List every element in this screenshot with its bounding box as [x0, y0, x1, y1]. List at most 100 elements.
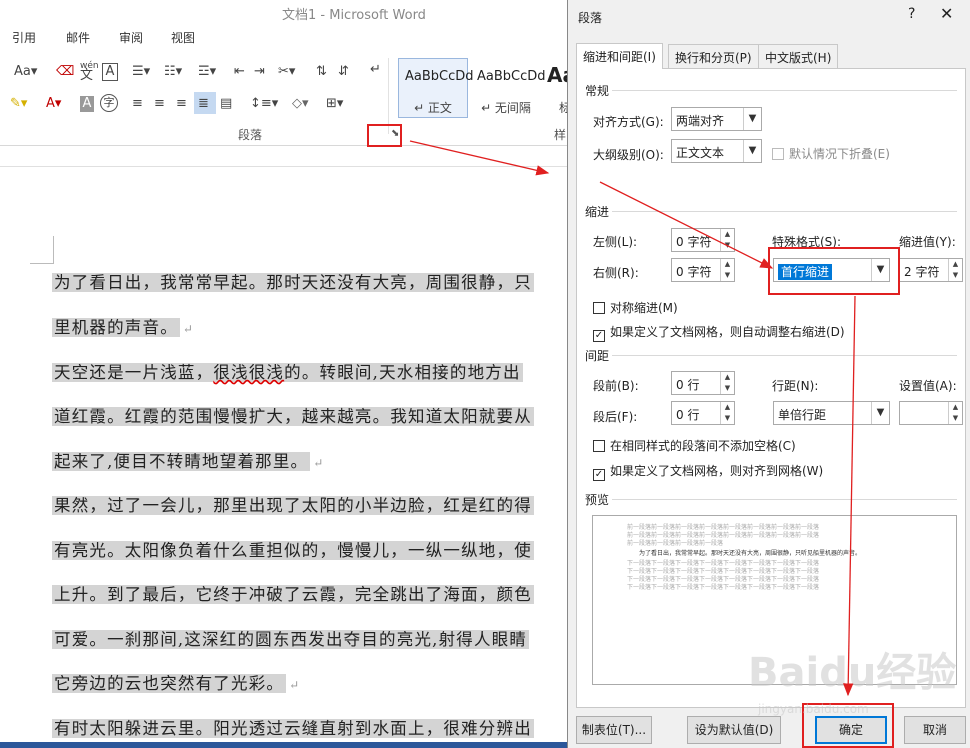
- multilevel-list-icon[interactable]: ☲▾: [198, 64, 216, 80]
- set-default-button[interactable]: 设为默认值(D): [687, 716, 781, 744]
- change-case-button[interactable]: Aa▾: [14, 64, 37, 80]
- doc-line: 天空还是一片浅蓝，很浅很浅的。转眼间,天水相接的地方出: [52, 363, 523, 382]
- line-spacing-label: 行距(N):: [772, 379, 819, 393]
- ruler-area: [0, 147, 570, 167]
- outline-level-select[interactable]: 正文文本 ▼: [671, 139, 762, 163]
- space-after-label: 段后(F):: [593, 410, 638, 424]
- doc-line: 有时太阳躲进云里。阳光透过云缝直射到水面上，很难分辨出: [52, 719, 534, 738]
- align-right-icon[interactable]: ≡: [176, 96, 187, 112]
- style-normal[interactable]: AaBbCcDd ↵ 正文: [398, 58, 474, 118]
- doc-line: 有亮光。太阳像负着什么重担似的，慢慢儿，一纵一纵地，使: [52, 541, 534, 560]
- divider: [612, 355, 957, 356]
- window-title: 文档1 - Microsoft Word: [282, 8, 426, 23]
- highlight-icon[interactable]: ✎▾: [10, 96, 27, 112]
- ribbon-tabs: 引用 邮件 审阅 视图: [0, 24, 570, 50]
- close-icon[interactable]: ✕: [940, 4, 953, 23]
- outline-level-label: 大纲级别(O):: [593, 148, 664, 162]
- enclose-char-button[interactable]: 字: [100, 94, 118, 112]
- left-indent-label: 左侧(L):: [593, 235, 638, 249]
- bullets-icon[interactable]: ☰▾: [132, 64, 150, 80]
- line-spacing-options-icon[interactable]: ⇅: [316, 64, 327, 80]
- doc-line: 为了看日出，我常常早起。那时天还没有大亮，周围很静，只: [52, 273, 534, 292]
- spacing-section-title: 间距: [585, 349, 610, 363]
- spin-arrows-icon[interactable]: ▲ ▼: [720, 229, 734, 251]
- distributed-icon[interactable]: ▤: [220, 96, 232, 112]
- spin-arrows-icon[interactable]: ▲ ▼: [720, 402, 734, 424]
- alignment-select[interactable]: 两端对齐 ▼: [671, 107, 762, 131]
- space-after-input[interactable]: 0 行 ▲ ▼: [671, 401, 735, 425]
- collapse-checkbox[interactable]: 默认情况下折叠(E): [772, 145, 890, 162]
- divider: [612, 211, 957, 212]
- watermark-url: jingyan.baidu.com: [758, 702, 869, 716]
- styles-group-label: 样: [554, 128, 567, 142]
- chevron-down-icon: ▼: [743, 140, 761, 162]
- font-color-icon[interactable]: A▾: [46, 96, 61, 112]
- word-titlebar: 文档1 - Microsoft Word: [0, 0, 570, 24]
- spacing-at-label: 设置值(A):: [899, 379, 957, 393]
- doc-line: 上升。到了最后，它终于冲破了云霞，完全跳出了海面，颜色: [52, 585, 534, 604]
- spin-arrows-icon[interactable]: ▲ ▼: [948, 402, 962, 424]
- borders-icon[interactable]: ⊞▾: [326, 96, 343, 112]
- mirror-indents-checkbox[interactable]: 对称缩进(M): [593, 299, 678, 316]
- watermark-brand: Baidu经验: [748, 650, 957, 696]
- align-left-icon[interactable]: ≡: [132, 96, 143, 112]
- phonetic-guide-char: 文: [80, 68, 94, 83]
- char-border-button[interactable]: A: [102, 63, 118, 81]
- doc-line: 道红霞。红霞的范围慢慢扩大，越来越亮。我知道太阳就要从: [52, 407, 534, 426]
- watermark: Baidu经验 jingyan.baidu.com: [748, 640, 968, 720]
- chevron-down-icon: ▼: [871, 402, 889, 424]
- divider: [612, 499, 957, 500]
- style-no-spacing[interactable]: AaBbCcDd ↵ 无间隔: [470, 58, 546, 118]
- spin-arrows-icon[interactable]: ▲ ▼: [720, 259, 734, 281]
- indent-by-input[interactable]: 2 字符 ▲ ▼: [899, 258, 963, 282]
- doc-line: 里机器的声音。 ↵: [52, 318, 195, 337]
- tab-asian-typography[interactable]: 中文版式(H): [758, 44, 839, 68]
- left-indent-input[interactable]: 0 字符 ▲ ▼: [671, 228, 735, 252]
- margin-crop-mark: [30, 236, 54, 264]
- right-indent-input[interactable]: 0 字符 ▲ ▼: [671, 258, 735, 282]
- doc-line: 可爱。一刹那间,这深红的圆东西发出夺目的亮光,射得人眼睛: [52, 630, 530, 649]
- chevron-down-icon: ▼: [743, 108, 761, 130]
- chinese-layout-icon[interactable]: ✂▾: [278, 64, 295, 80]
- doc-line: 它旁边的云也突然有了光彩。 ↵: [52, 674, 301, 693]
- ribbon-separator: [388, 58, 389, 134]
- show-marks-icon[interactable]: ↵: [370, 62, 381, 78]
- line-spacing-select[interactable]: 单倍行距 ▼: [773, 401, 890, 425]
- launcher-highlight-box: [367, 124, 402, 147]
- cancel-button[interactable]: 取消: [904, 716, 966, 744]
- tabs-button[interactable]: 制表位(T)...: [576, 716, 652, 744]
- char-shading-icon[interactable]: A: [80, 96, 94, 112]
- spin-arrows-icon[interactable]: ▲ ▼: [948, 259, 962, 281]
- space-before-input[interactable]: 0 行 ▲ ▼: [671, 371, 735, 395]
- document-page[interactable]: 为了看日出，我常常早起。那时天还没有大亮，周围很静，只 里机器的声音。 ↵ 天空还…: [0, 168, 570, 748]
- tab-review[interactable]: 审阅: [119, 29, 143, 46]
- increase-indent-icon[interactable]: ⇥: [254, 64, 265, 80]
- doc-line: 起来了,便目不转睛地望着那里。 ↵: [52, 452, 325, 471]
- status-bar: [0, 742, 570, 748]
- line-spacing-icon[interactable]: ↕≡▾: [250, 96, 278, 112]
- tab-references[interactable]: 引用: [12, 29, 36, 46]
- alignment-label: 对齐方式(G):: [593, 115, 664, 129]
- no-space-same-style-checkbox[interactable]: 在相同样式的段落间不添加空格(C): [593, 437, 796, 454]
- spin-arrows-icon[interactable]: ▲ ▼: [720, 372, 734, 394]
- indent-by-label: 缩进值(Y):: [899, 235, 956, 249]
- justify-icon[interactable]: ≣: [198, 96, 209, 112]
- tab-mailings[interactable]: 邮件: [66, 29, 90, 46]
- doc-line: 果然，过了一会儿，那里出现了太阳的小半边脸，红是红的得: [52, 496, 534, 515]
- tab-line-page-breaks[interactable]: 换行和分页(P): [668, 44, 759, 68]
- help-icon[interactable]: ?: [908, 6, 915, 22]
- general-section-title: 常规: [585, 84, 610, 98]
- snap-to-grid-checkbox[interactable]: ✓ 如果定义了文档网格，则对齐到网格(W): [593, 462, 823, 481]
- divider: [612, 90, 957, 91]
- sort-icon[interactable]: ⇵: [338, 64, 349, 80]
- tab-view[interactable]: 视图: [171, 29, 195, 46]
- shading-icon[interactable]: ◇▾: [292, 96, 309, 112]
- auto-adjust-indent-checkbox[interactable]: ✓ 如果定义了文档网格，则自动调整右缩进(D): [593, 323, 845, 342]
- spacing-at-input[interactable]: ▲ ▼: [899, 401, 963, 425]
- space-before-label: 段前(B):: [593, 379, 639, 393]
- tab-indents-spacing[interactable]: 缩进和间距(I): [576, 43, 663, 69]
- decrease-indent-icon[interactable]: ⇤: [234, 64, 245, 80]
- clear-format-icon[interactable]: ⌫: [56, 64, 74, 80]
- numbering-icon[interactable]: ☷▾: [164, 64, 182, 80]
- align-center-icon[interactable]: ≡: [154, 96, 165, 112]
